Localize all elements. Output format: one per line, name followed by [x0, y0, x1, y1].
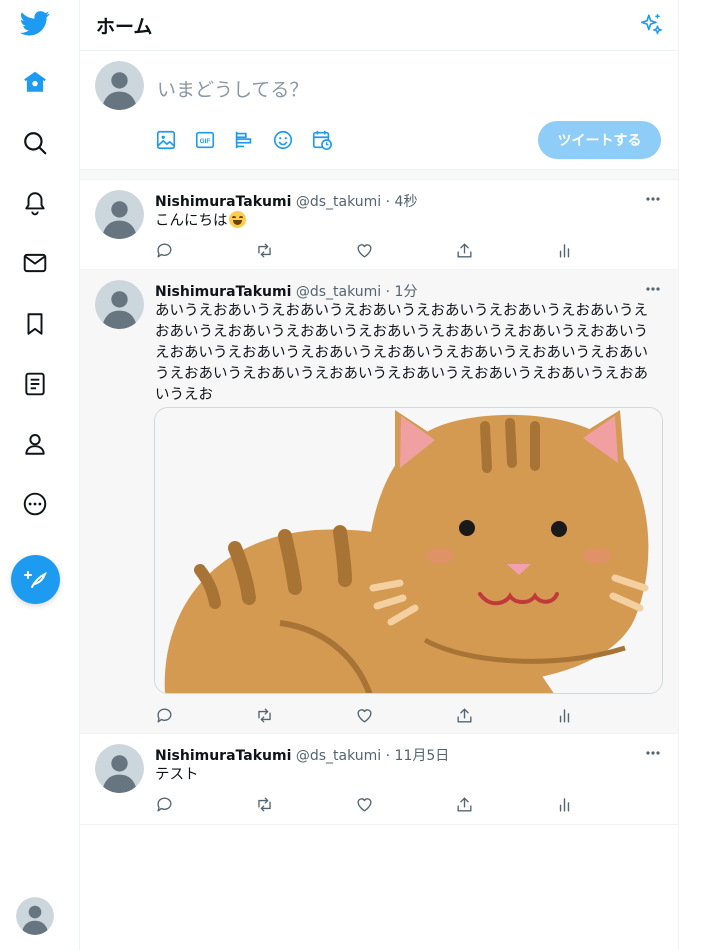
- tweet-header: NishimuraTakumi @ds_takumi · 1分: [155, 281, 417, 301]
- retweet-icon[interactable]: [255, 705, 355, 725]
- like-icon[interactable]: [355, 794, 455, 814]
- emoji-icon[interactable]: [272, 127, 311, 153]
- author-name[interactable]: NishimuraTakumi: [155, 748, 291, 764]
- svg-text:GIF: GIF: [200, 138, 211, 145]
- divider: [80, 170, 678, 180]
- account-avatar[interactable]: [16, 897, 54, 935]
- search-icon[interactable]: [10, 118, 60, 168]
- retweet-icon[interactable]: [255, 794, 355, 814]
- bell-icon[interactable]: [10, 178, 60, 228]
- timestamp[interactable]: 4秒: [395, 194, 418, 210]
- tweet-text: あいうえおあいうえおあいうえおあいうえおあいうえおあいうえおあいうえおあいうえお…: [155, 303, 648, 403]
- tweet-text: こんにちは: [155, 211, 655, 232]
- composer-toolbar: GIF: [155, 127, 350, 153]
- schedule-icon[interactable]: [311, 127, 350, 153]
- author-name[interactable]: NishimuraTakumi: [155, 194, 291, 210]
- author-name[interactable]: NishimuraTakumi: [155, 284, 291, 300]
- more-options-icon[interactable]: [644, 744, 662, 762]
- poll-icon[interactable]: [233, 127, 272, 153]
- home-timeline: ホーム いまどうしてる？ GIF ツイートする NishimuraTakumi …: [80, 0, 679, 950]
- feather-plus-icon: [23, 570, 47, 588]
- composer-input[interactable]: いまどうしてる？: [157, 75, 308, 102]
- timestamp[interactable]: 1分: [395, 284, 418, 300]
- more-options-icon[interactable]: [644, 280, 662, 298]
- tweet-text-content: こんにちは: [155, 213, 228, 229]
- tweet-actions: [155, 705, 585, 725]
- reply-icon[interactable]: [155, 240, 255, 260]
- reply-icon[interactable]: [155, 794, 255, 814]
- tweet-actions: [155, 794, 585, 814]
- reply-icon[interactable]: [155, 705, 255, 725]
- author-handle[interactable]: @ds_takumi: [296, 194, 381, 210]
- tweet-text: テスト: [155, 767, 199, 783]
- tweet-image[interactable]: [154, 407, 663, 694]
- timestamp[interactable]: 11月5日: [395, 748, 450, 764]
- author-handle[interactable]: @ds_takumi: [296, 748, 381, 764]
- avatar[interactable]: [95, 190, 144, 239]
- separator: ·: [385, 284, 391, 300]
- avatar[interactable]: [95, 744, 144, 793]
- side-nav: [0, 0, 80, 950]
- more-options-icon[interactable]: [644, 190, 662, 208]
- share-icon[interactable]: [455, 705, 555, 725]
- tweet[interactable]: NishimuraTakumi @ds_takumi · 4秒 こんにちは: [80, 180, 678, 270]
- list-icon[interactable]: [10, 359, 60, 409]
- twitter-logo-icon[interactable]: [10, 0, 60, 48]
- tweet-header: NishimuraTakumi @ds_takumi · 11月5日: [155, 745, 449, 765]
- tweet[interactable]: NishimuraTakumi @ds_takumi · 11月5日 テスト: [80, 734, 678, 825]
- author-handle[interactable]: @ds_takumi: [296, 284, 381, 300]
- avatar: [95, 61, 144, 110]
- like-icon[interactable]: [355, 705, 455, 725]
- tweet[interactable]: NishimuraTakumi @ds_takumi · 1分 あいうえおあいう…: [80, 270, 678, 734]
- separator: ·: [385, 748, 391, 764]
- like-icon[interactable]: [355, 240, 455, 260]
- cat-illustration: [155, 408, 662, 693]
- home-icon[interactable]: [10, 57, 60, 107]
- avatar[interactable]: [95, 280, 144, 329]
- image-icon[interactable]: [155, 127, 194, 153]
- more-circle-icon[interactable]: [10, 479, 60, 529]
- page-title: ホーム: [96, 15, 153, 38]
- share-icon[interactable]: [455, 240, 555, 260]
- tweet-composer: いまどうしてる？ GIF ツイートする: [80, 51, 678, 170]
- grinning-face-icon: [228, 211, 246, 228]
- bookmark-icon[interactable]: [10, 299, 60, 349]
- analytics-icon[interactable]: [555, 794, 585, 814]
- timeline-header: ホーム: [80, 0, 678, 51]
- gif-icon[interactable]: GIF: [194, 127, 233, 153]
- analytics-icon[interactable]: [555, 705, 585, 725]
- profile-icon[interactable]: [10, 419, 60, 469]
- separator: ·: [385, 194, 391, 210]
- sparkle-icon[interactable]: [638, 12, 664, 38]
- share-icon[interactable]: [455, 794, 555, 814]
- tweet-button[interactable]: ツイートする: [538, 121, 661, 159]
- mail-icon[interactable]: [10, 238, 60, 288]
- tweet-header: NishimuraTakumi @ds_takumi · 4秒: [155, 191, 417, 211]
- analytics-icon[interactable]: [555, 240, 585, 260]
- tweet-actions: [155, 240, 585, 260]
- compose-tweet-button[interactable]: [11, 555, 60, 604]
- retweet-icon[interactable]: [255, 240, 355, 260]
